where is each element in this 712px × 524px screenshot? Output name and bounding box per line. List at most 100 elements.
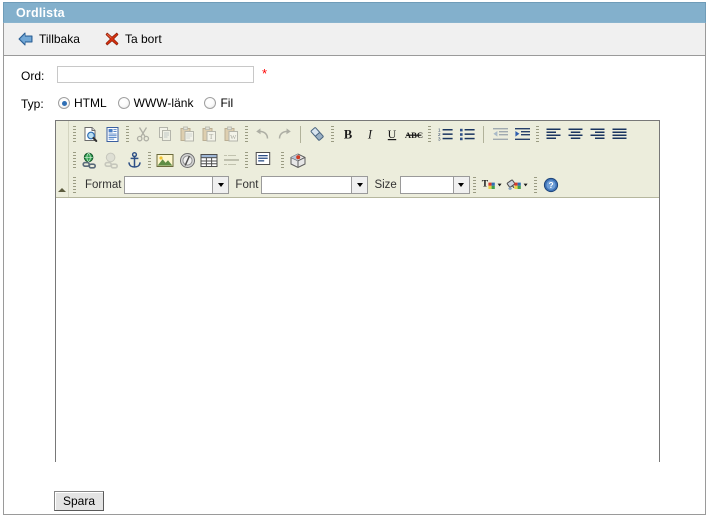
toolbar-separator-line <box>300 125 301 143</box>
svg-text:U: U <box>388 127 397 141</box>
radio-file-icon[interactable] <box>204 97 217 109</box>
toolbar-row-3: Format Font Size T ? <box>68 173 659 197</box>
toolbar-separator <box>73 176 76 194</box>
align-center-button[interactable] <box>564 124 586 145</box>
cut-button[interactable] <box>132 124 154 145</box>
font-label: Font <box>235 179 259 191</box>
horizontal-rule-button[interactable] <box>220 150 242 171</box>
save-button[interactable]: Spara <box>54 491 105 511</box>
templates-button[interactable] <box>101 124 123 145</box>
type-option-html[interactable]: HTML <box>58 96 107 110</box>
source-icon <box>255 151 271 169</box>
help-button[interactable]: ? <box>540 175 562 196</box>
svg-text:T: T <box>482 178 489 189</box>
rich-text-editor: T W B I U ABC 1 2 3 Format Font Size T ? <box>55 120 660 462</box>
bulleted-list-button[interactable] <box>456 124 478 145</box>
type-option-www[interactable]: WWW-länk <box>117 96 194 110</box>
toolbar-separator <box>536 125 539 143</box>
back-arrow-icon <box>18 32 33 46</box>
toolbar-separator-line <box>483 125 484 143</box>
align-justify-button[interactable] <box>608 124 630 145</box>
toolbar-separator <box>533 176 537 194</box>
bold-button[interactable]: B <box>337 124 359 145</box>
type-label: Typ: <box>21 97 44 111</box>
delete-button[interactable]: Ta bort <box>105 30 162 48</box>
delete-button-label: Ta bort <box>125 32 162 46</box>
chevron-down-icon[interactable] <box>452 177 469 193</box>
align-right-button[interactable] <box>586 124 608 145</box>
underline-button[interactable]: U <box>381 124 403 145</box>
strikethrough-button[interactable]: ABC <box>403 124 425 145</box>
word-input[interactable] <box>57 66 254 83</box>
editor-content-area[interactable] <box>56 198 659 462</box>
toolbar-separator <box>73 125 76 143</box>
size-select[interactable] <box>399 176 470 194</box>
required-asterisk: * <box>262 66 268 81</box>
red-x-icon <box>105 32 119 46</box>
copy-button[interactable] <box>154 124 176 145</box>
radio-www-icon[interactable] <box>117 97 130 109</box>
anchor-button[interactable] <box>123 150 145 171</box>
toolbar-separator <box>245 125 248 143</box>
table-button[interactable] <box>198 150 220 171</box>
svg-text:?: ? <box>548 180 553 190</box>
flash-button[interactable] <box>176 150 198 171</box>
remove-format-button[interactable] <box>306 124 328 145</box>
format-label: Format <box>85 179 122 191</box>
chevron-down-icon[interactable] <box>351 177 368 193</box>
svg-text:I: I <box>367 128 373 142</box>
paste-text-button[interactable]: T <box>198 124 220 145</box>
toolbar-separator <box>148 151 151 169</box>
svg-text:3: 3 <box>438 136 441 141</box>
toolbar-separator <box>428 125 431 143</box>
type-option-file[interactable]: Fil <box>204 96 233 110</box>
toolbar-collapse-handle[interactable] <box>56 121 69 197</box>
chevron-down-icon[interactable] <box>212 177 229 193</box>
toolbar-separator <box>245 151 248 169</box>
outdent-button[interactable] <box>489 124 511 145</box>
toolbar-row-2 <box>68 147 659 173</box>
command-bar: Tillbaka Ta bort <box>4 23 705 56</box>
format-select[interactable] <box>124 176 230 194</box>
back-button[interactable]: Tillbaka <box>18 30 80 48</box>
unlink-button[interactable] <box>101 150 123 171</box>
type-option-www-label: WWW-länk <box>133 96 194 110</box>
toolbar-separator <box>281 151 284 169</box>
toolbar-separator <box>472 176 476 194</box>
link-button[interactable] <box>79 150 101 171</box>
about-button[interactable] <box>287 150 309 171</box>
image-button[interactable] <box>154 150 176 171</box>
paste-button[interactable] <box>176 124 198 145</box>
svg-text:W: W <box>230 134 237 141</box>
preview-button[interactable] <box>79 124 101 145</box>
radio-html-icon[interactable] <box>58 97 70 109</box>
word-label: Ord: <box>21 69 45 83</box>
background-color-button[interactable] <box>505 175 531 196</box>
toolbar-separator <box>73 151 76 169</box>
type-option-file-label: Fil <box>220 96 234 110</box>
undo-button[interactable] <box>251 124 273 145</box>
toolbar-rows: T W B I U ABC 1 2 3 Format Font Size T ? <box>68 121 659 197</box>
toolbar-row-1: T W B I U ABC 1 2 3 <box>68 121 659 147</box>
font-select[interactable] <box>261 176 369 194</box>
numbered-list-button[interactable]: 123 <box>434 124 456 145</box>
toolbar-separator <box>331 125 334 143</box>
svg-text:B: B <box>344 128 352 142</box>
svg-text:T: T <box>209 133 214 141</box>
page-root: Ordlista Tillbaka Ta bort Ord: * Typ: HT… <box>0 0 712 524</box>
toolbar-separator <box>126 125 129 143</box>
back-button-label: Tillbaka <box>39 32 80 46</box>
text-color-button[interactable]: T <box>479 175 505 196</box>
editor-toolbar: T W B I U ABC 1 2 3 Format Font Size T ? <box>56 121 659 198</box>
window-titlebar: Ordlista <box>3 2 706 23</box>
indent-button[interactable] <box>511 124 533 145</box>
size-label: Size <box>374 179 397 191</box>
align-left-button[interactable] <box>542 124 564 145</box>
source-button[interactable] <box>251 150 278 171</box>
paste-from-word-button[interactable]: W <box>220 124 242 145</box>
type-radio-group: HTML WWW-länk Fil <box>58 96 244 110</box>
italic-button[interactable]: I <box>359 124 381 145</box>
type-option-html-label: HTML <box>74 96 107 110</box>
redo-button[interactable] <box>273 124 295 145</box>
page-title: Ordlista <box>16 6 65 20</box>
